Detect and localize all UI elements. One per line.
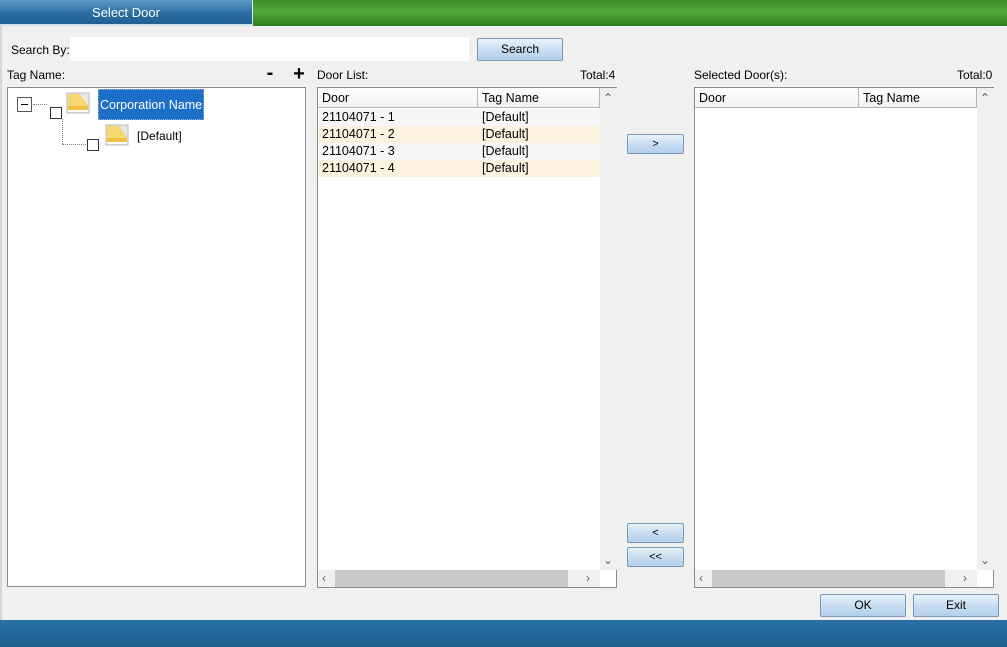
search-button[interactable]: Search [477,38,563,61]
tree-connector [33,104,47,105]
tree-node-default[interactable]: [Default] [137,129,182,143]
door-list-total: Total:4 [580,68,616,82]
tag-tree-panel[interactable] [7,87,306,587]
column-header-tag-name[interactable]: Tag Name [478,88,600,108]
scroll-left-icon[interactable]: ‹ [322,572,326,584]
tree-checkbox-default[interactable] [87,139,99,151]
scroll-right-icon[interactable]: › [963,572,967,584]
bottom-bar [0,620,1007,647]
window-title: Select Door [92,5,160,20]
search-label: Search By: [11,43,70,57]
table-row[interactable]: 21104071 - 1 [Default] [318,109,600,126]
column-header-door[interactable]: Door [695,88,859,108]
table-row[interactable]: 21104071 - 2 [Default] [318,126,600,143]
vertical-scrollbar[interactable]: ⌃ ⌄ [977,88,994,570]
tree-node-corporation[interactable]: Corporation Name [98,89,204,120]
tree-checkbox-corporation[interactable] [50,107,62,119]
door-cell: 21104071 - 1 [322,110,395,124]
tag-cell: [Default] [482,161,529,175]
tree-connector [62,144,86,145]
frame-border [0,26,2,620]
scroll-up-icon[interactable]: ⌃ [603,92,613,104]
add-door-button[interactable]: > [627,134,684,154]
folder-icon [66,92,90,114]
selected-doors-label: Selected Door(s): [694,68,788,82]
tag-cell: [Default] [482,127,529,141]
selected-doors-total: Total:0 [957,68,993,82]
collapse-all-button[interactable]: - [264,63,276,84]
ok-button[interactable]: OK [820,594,906,617]
scrollbar-thumb[interactable] [712,570,945,587]
tag-name-label: Tag Name: [7,68,66,82]
exit-button[interactable]: Exit [913,594,999,617]
door-list-table[interactable]: Door Tag Name 21104071 - 1 [Default] 211… [317,87,617,588]
scroll-down-icon[interactable]: ⌄ [980,554,990,566]
scrollbar-thumb[interactable] [335,570,568,587]
scroll-left-icon[interactable]: ‹ [699,572,703,584]
table-row[interactable]: 21104071 - 3 [Default] [318,143,600,160]
door-cell: 21104071 - 3 [322,144,395,158]
door-cell: 21104071 - 4 [322,161,395,175]
vertical-scrollbar[interactable]: ⌃ ⌄ [600,88,617,570]
tag-cell: [Default] [482,110,529,124]
scroll-up-icon[interactable]: ⌃ [980,92,990,104]
horizontal-scrollbar[interactable]: ‹ › [695,570,977,587]
scroll-right-icon[interactable]: › [586,572,590,584]
column-header-tag-name[interactable]: Tag Name [859,88,977,108]
selected-doors-table[interactable]: Door Tag Name ⌃ ⌄ ‹ › [694,87,994,588]
tag-cell: [Default] [482,144,529,158]
tree-collapse-toggle[interactable] [17,97,32,112]
folder-icon [105,124,129,146]
horizontal-scrollbar[interactable]: ‹ › [318,570,600,587]
remove-door-button[interactable]: < [627,523,684,543]
tree-connector [62,119,63,144]
table-row[interactable]: 21104071 - 4 [Default] [318,160,600,177]
column-header-door[interactable]: Door [318,88,478,108]
door-cell: 21104071 - 2 [322,127,395,141]
scroll-down-icon[interactable]: ⌄ [603,554,613,566]
door-list-label: Door List: [317,68,369,82]
remove-all-doors-button[interactable]: << [627,547,684,567]
expand-all-button[interactable]: + [291,64,307,84]
search-input[interactable] [70,37,469,61]
